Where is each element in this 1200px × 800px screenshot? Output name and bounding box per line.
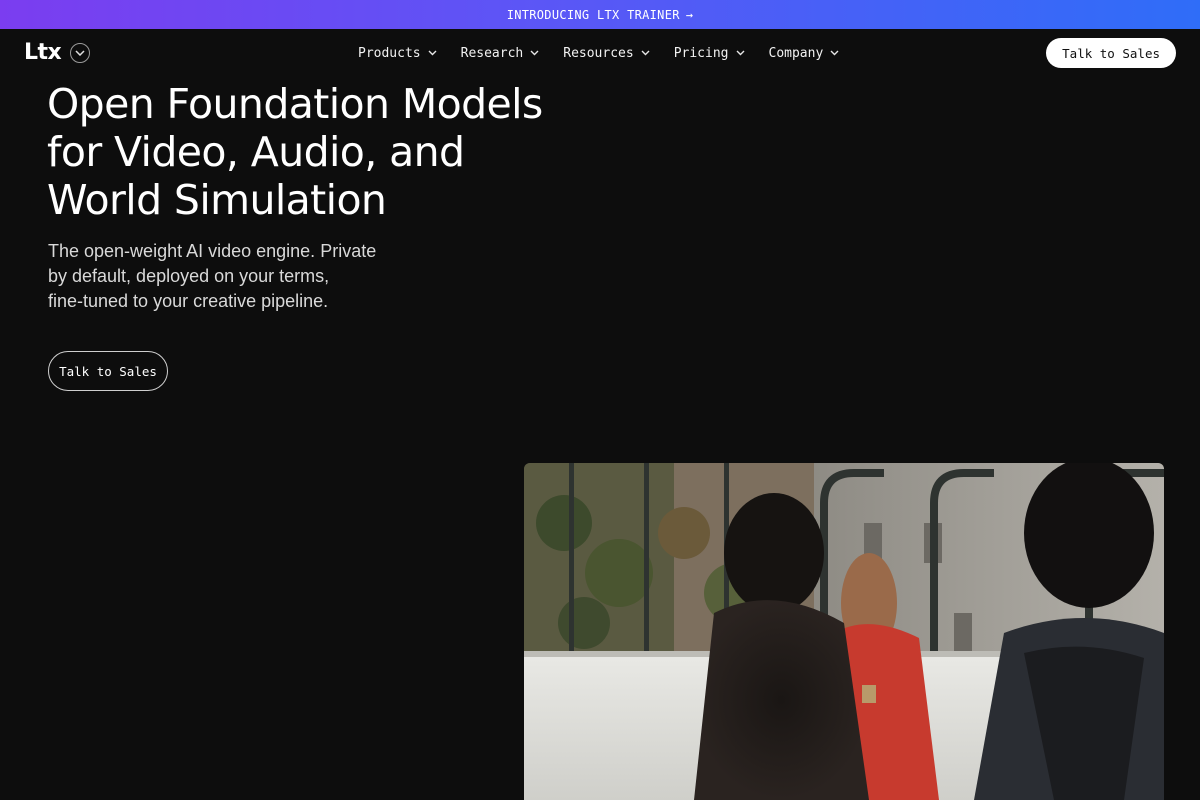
- menu-item-company[interactable]: Company: [769, 46, 840, 61]
- menu-item-label: Research: [460, 45, 524, 61]
- hero-title-line: for Video, Audio, and: [47, 128, 465, 176]
- hero-subtitle: The open-weight AI video engine. Private…: [48, 239, 408, 314]
- logo[interactable]: Ltx: [24, 42, 62, 64]
- top-navigation: Ltx Products Research Resources Pricing …: [0, 29, 1200, 77]
- hero-subtitle-line: by default, deployed on your terms,: [48, 266, 330, 286]
- menu-item-research[interactable]: Research: [461, 46, 540, 61]
- menu-item-label: Resources: [563, 45, 634, 61]
- menu-item-products[interactable]: Products: [358, 46, 437, 61]
- talk-to-sales-nav-button[interactable]: Talk to Sales: [1046, 38, 1176, 68]
- video-frame-illustration: [524, 463, 1164, 800]
- chevron-down-circle-icon[interactable]: [70, 43, 91, 63]
- announcement-text: INTRODUCING LTX TRAINER: [506, 7, 680, 22]
- menu-item-label: Company: [768, 45, 824, 61]
- arrow-right-icon: →: [685, 7, 694, 22]
- announcement-banner[interactable]: INTRODUCING LTX TRAINER →: [0, 0, 1200, 29]
- chevron-down-icon: [830, 50, 839, 56]
- hero-video[interactable]: [524, 463, 1164, 800]
- chevron-down-icon: [641, 50, 650, 56]
- hero-title-line: Open Foundation Models: [47, 80, 543, 128]
- main-menu: Products Research Resources Pricing Comp…: [358, 29, 863, 77]
- hero-title: Open Foundation Models for Video, Audio,…: [47, 80, 567, 224]
- talk-to-sales-hero-button[interactable]: Talk to Sales: [48, 351, 168, 391]
- chevron-down-icon: [530, 50, 539, 56]
- chevron-down-icon: [736, 50, 745, 56]
- menu-item-label: Products: [358, 45, 421, 61]
- menu-item-label: Pricing: [673, 45, 729, 61]
- hero-subtitle-line: The open-weight AI video engine. Private: [48, 241, 377, 261]
- hero-title-line: World Simulation: [47, 176, 387, 224]
- hero-subtitle-line: fine-tuned to your creative pipeline.: [48, 291, 329, 311]
- menu-item-pricing[interactable]: Pricing: [674, 46, 745, 61]
- logo-group: Ltx: [24, 42, 91, 64]
- chevron-down-icon: [428, 50, 437, 56]
- menu-item-resources[interactable]: Resources: [563, 45, 650, 61]
